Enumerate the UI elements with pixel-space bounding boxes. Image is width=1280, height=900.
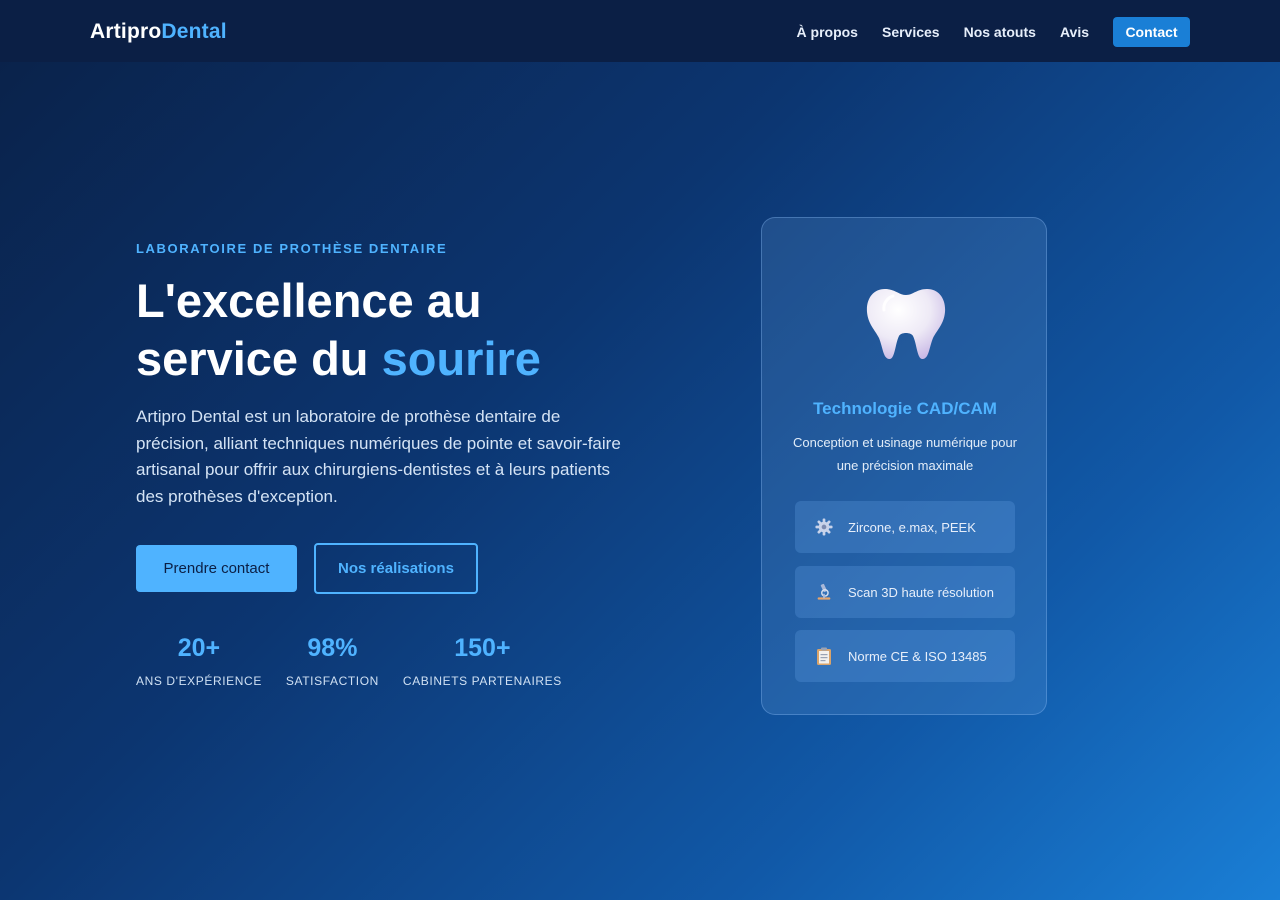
stat-satisfaction: 98% SATISFACTION — [286, 632, 379, 688]
nav-link-avis[interactable]: Avis — [1060, 24, 1089, 40]
prendre-contact-button[interactable]: Prendre contact — [136, 545, 297, 592]
feature-text: Norme CE & ISO 13485 — [848, 648, 987, 664]
stat-value: 98% — [307, 634, 358, 662]
nav-link-services[interactable]: Services — [882, 24, 940, 40]
feature-text: Scan 3D haute résolution — [848, 584, 994, 600]
headline-line2-prefix: service du — [136, 332, 382, 385]
tooth-icon — [866, 289, 946, 360]
contact-button[interactable]: Contact — [1113, 17, 1190, 47]
clipboard-icon — [814, 646, 834, 666]
nos-realisations-button[interactable]: Nos réalisations — [314, 543, 478, 594]
gear-icon — [814, 517, 834, 537]
feature-item-materials: Zircone, e.max, PEEK — [795, 501, 1015, 553]
technology-card: Technologie CAD/CAM Conception et usinag… — [761, 217, 1047, 715]
feature-text: Zircone, e.max, PEEK — [848, 519, 976, 535]
nav-link-nos-atouts[interactable]: Nos atouts — [964, 24, 1036, 40]
hero-stats: 20+ ANS D'EXPÉRIENCE 98% SATISFACTION 15… — [136, 632, 586, 688]
stat-label: ANS D'EXPÉRIENCE — [136, 674, 262, 688]
card-description: Conception et usinage numérique pour une… — [792, 435, 1018, 473]
stat-experience: 20+ ANS D'EXPÉRIENCE — [136, 632, 262, 688]
headline-line1: L'excellence au — [136, 274, 482, 327]
nav-link-a-propos[interactable]: À propos — [797, 24, 858, 40]
microscope-icon — [814, 582, 834, 602]
feature-item-norms: Norme CE & ISO 13485 — [795, 630, 1015, 682]
stat-value: 20+ — [177, 634, 221, 662]
stat-partners: 150+ CABINETS PARTENAIRES — [403, 632, 562, 688]
nav-links: À propos Services Nos atouts Avis Contac… — [773, 17, 1190, 47]
top-navbar: ArtiproDental À propos Services Nos atou… — [0, 0, 1280, 62]
brand-name-part2: Dental — [161, 20, 227, 43]
brand-name-part1: Artipro — [90, 20, 162, 43]
feature-item-scan: Scan 3D haute résolution — [795, 566, 1015, 618]
headline-accent: sourire — [381, 332, 541, 385]
hero-eyebrow: LABORATOIRE DE PROTHÈSE DENTAIRE — [136, 241, 448, 256]
stat-value: 150+ — [454, 634, 511, 662]
hero-headline: L'excellence au service du sourire — [136, 272, 696, 388]
stat-label: SATISFACTION — [285, 674, 379, 688]
stat-label: CABINETS PARTENAIRES — [402, 674, 562, 688]
hero-lead-paragraph: Artipro Dental est un laboratoire de pro… — [136, 407, 621, 506]
brand-logo[interactable]: ArtiproDental — [90, 20, 227, 44]
card-title: Technologie CAD/CAM — [813, 399, 997, 418]
